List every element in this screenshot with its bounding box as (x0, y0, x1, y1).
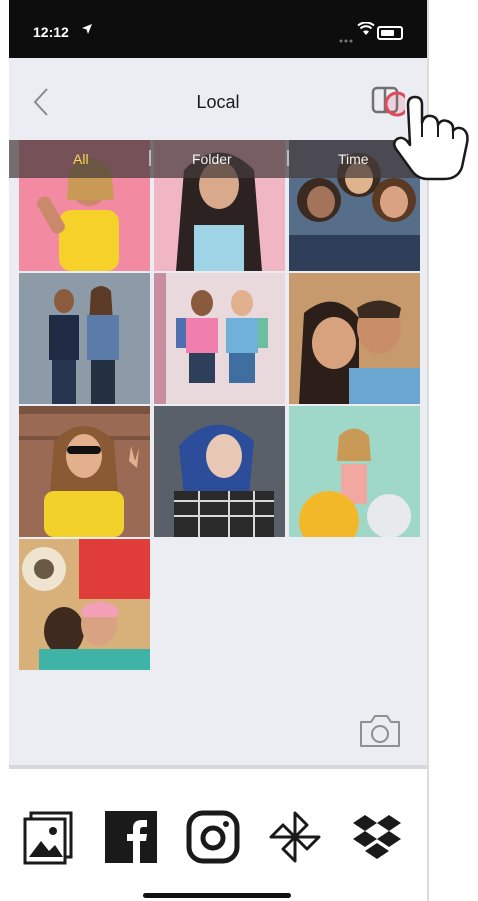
photo-thumbnail[interactable] (19, 539, 150, 670)
battery-icon (377, 26, 403, 40)
photo-thumbnail[interactable] (289, 406, 420, 537)
share-bar (9, 765, 427, 901)
page-title: Local (196, 92, 240, 112)
tab-divider (149, 150, 151, 166)
phone-screen: 12:12 Local All Folder Time (9, 0, 427, 901)
tab-time[interactable]: Time (338, 151, 369, 167)
camera-icon (360, 715, 400, 747)
photo-thumbnail[interactable] (19, 406, 150, 537)
tab-folder[interactable]: Folder (192, 151, 232, 167)
tab-divider (287, 150, 289, 166)
filter-tab-bar: All Folder Time (9, 140, 427, 178)
status-bar: 12:12 (9, 0, 427, 58)
facebook-icon[interactable] (103, 809, 159, 865)
tab-all[interactable]: All (73, 151, 89, 167)
home-indicator (143, 893, 291, 898)
photo-thumbnail[interactable] (19, 273, 150, 404)
pinwheel-icon[interactable] (267, 809, 323, 865)
signal-icon (339, 30, 353, 43)
location-arrow-icon (81, 22, 93, 38)
dropbox-icon[interactable] (349, 809, 405, 865)
hand-pointer-icon (380, 75, 478, 185)
photo-thumbnail[interactable] (154, 406, 285, 537)
photo-thumbnail[interactable] (154, 273, 285, 404)
instagram-icon[interactable] (185, 809, 241, 865)
gallery-icon[interactable] (21, 809, 77, 865)
camera-button[interactable] (357, 710, 403, 750)
wifi-icon (357, 21, 375, 41)
photo-thumbnail[interactable] (289, 273, 420, 404)
nav-bar: Local (9, 58, 427, 140)
status-time: 12:12 (33, 24, 69, 40)
